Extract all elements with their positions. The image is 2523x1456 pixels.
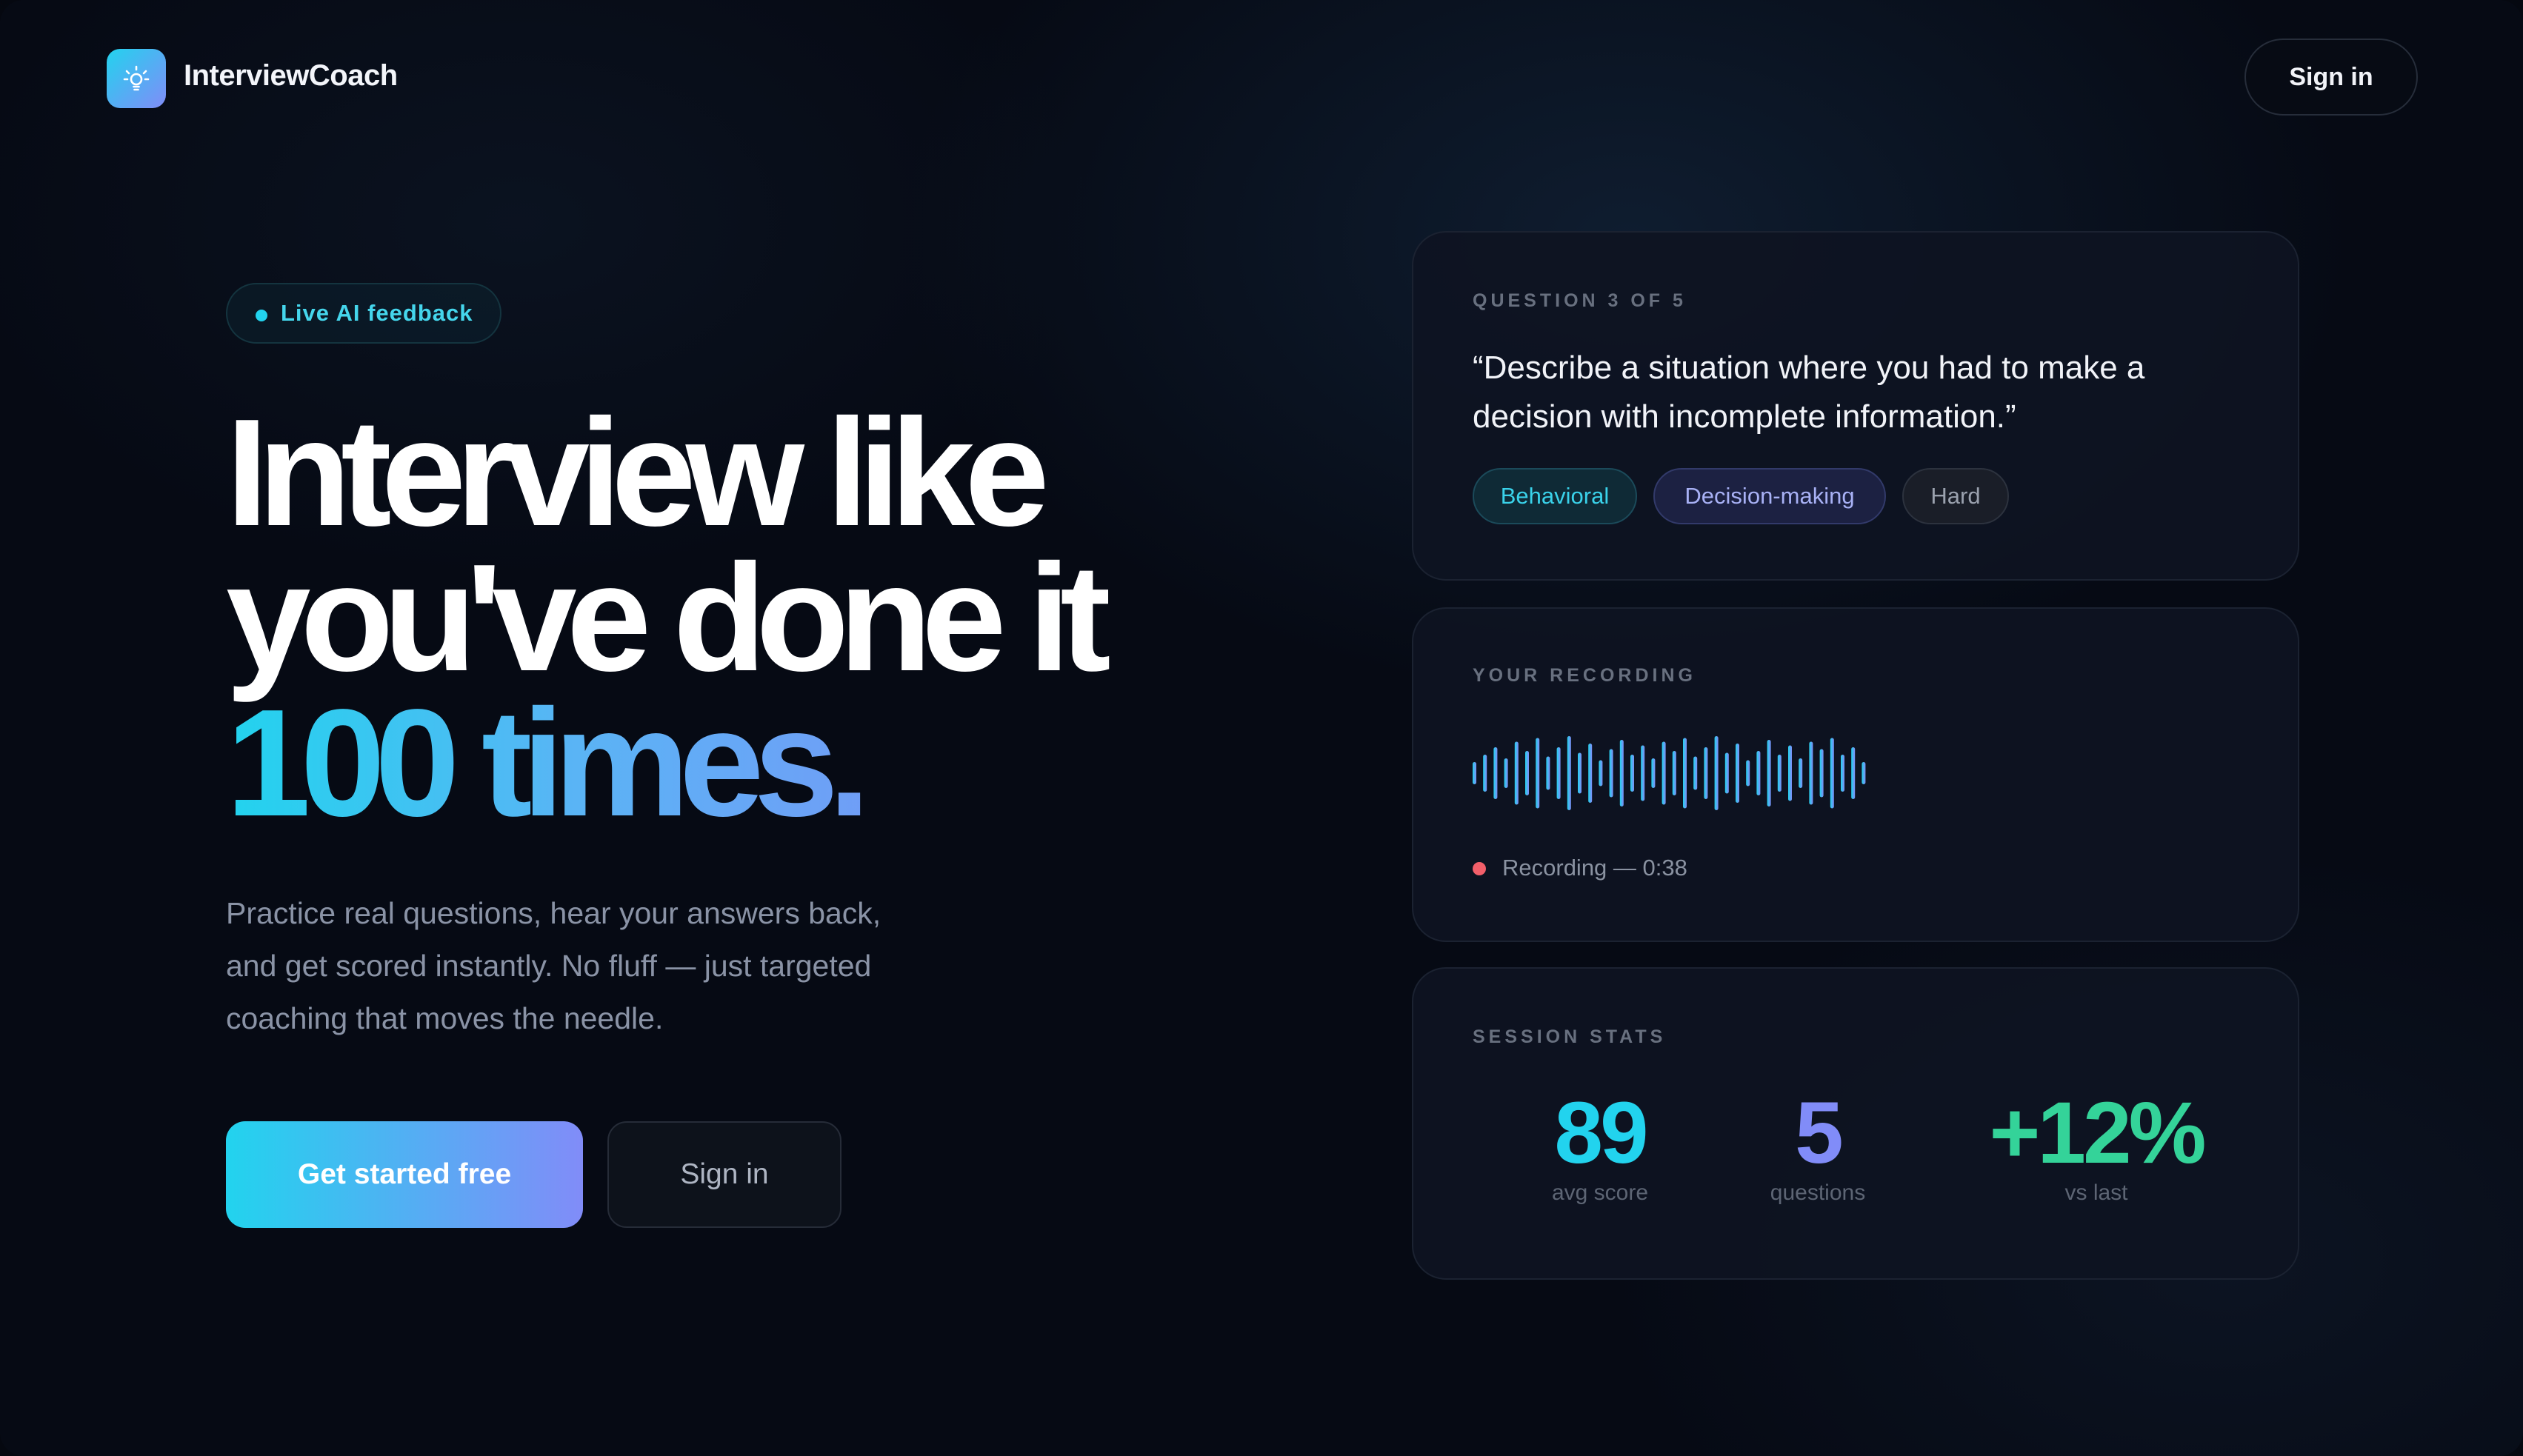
waveform-bar <box>1683 738 1687 809</box>
stat-vs-last: +12% vs last <box>1970 1087 2222 1206</box>
waveform-bar <box>1830 738 1834 809</box>
waveform-bar <box>1525 751 1529 795</box>
headline-line-2: you've done it <box>226 532 1111 703</box>
waveform-bar <box>1536 738 1540 809</box>
waveform-bar <box>1704 747 1708 799</box>
waveform-bar <box>1714 736 1719 810</box>
stat-label: avg score <box>1551 1181 1649 1205</box>
stat-questions: 5 questions <box>1707 1087 1929 1206</box>
session-stats-card: SESSION STATS 89 avg score 5 questions +… <box>1412 967 2299 1280</box>
waveform-bar <box>1756 751 1761 795</box>
badge-label: Live AI feedback <box>281 300 473 326</box>
status-dot-icon <box>256 310 267 321</box>
stat-value: 5 <box>1795 1084 1844 1182</box>
waveform-bar <box>1473 762 1476 784</box>
waveform-bar <box>1819 749 1824 798</box>
waveform-bar <box>1672 751 1676 795</box>
waveform-bar <box>1724 752 1729 794</box>
headline-line-3: 100 times. <box>226 687 1101 839</box>
waveform-bar <box>1588 744 1593 803</box>
waveform-bar <box>1578 752 1582 794</box>
stat-value: 89 <box>1554 1084 1648 1182</box>
waveform-bar <box>1641 745 1645 801</box>
waveform-bar <box>1514 741 1519 805</box>
waveform-bar <box>1777 755 1782 792</box>
waveform-bar <box>1567 736 1571 810</box>
lightbulb-icon <box>123 65 150 91</box>
waveform-bar <box>1693 756 1698 790</box>
waveform-bar <box>1599 760 1603 787</box>
question-progress-label: QUESTION 3 OF 5 <box>1473 290 1687 311</box>
recording-status: Recording — 0:38 <box>1502 855 1687 881</box>
waveform-bar <box>1619 740 1624 807</box>
tag-decision-making[interactable]: Decision-making <box>1653 468 1886 524</box>
question-text: “Describe a situation where you had to m… <box>1473 350 2145 435</box>
tag-difficulty-hard[interactable]: Hard <box>1902 468 2009 524</box>
waveform-bar <box>1651 758 1656 788</box>
waveform-icon <box>1473 736 1866 810</box>
headline-line-1: Interview like <box>226 387 1050 558</box>
waveform-bar <box>1851 747 1856 799</box>
page-frame: InterviewCoach Sign in Live AI feedback … <box>0 0 2523 1456</box>
live-feedback-badge: Live AI feedback <box>226 283 501 344</box>
waveform-bar <box>1746 760 1750 787</box>
waveform-bar <box>1483 755 1487 792</box>
stat-label: vs last <box>2064 1181 2128 1205</box>
waveform-bar <box>1662 741 1666 805</box>
logo[interactable] <box>107 49 166 108</box>
waveform-bar <box>1556 747 1561 799</box>
hero-subtext: Practice real questions, hear your answe… <box>226 896 881 1035</box>
waveform-bar <box>1841 755 1844 792</box>
waveform-bar <box>1862 762 1866 784</box>
header-sign-in-button[interactable]: Sign in <box>2244 39 2418 116</box>
waveform-bar <box>1609 749 1613 798</box>
waveform-bar <box>1493 747 1498 799</box>
recording-label: YOUR RECORDING <box>1473 665 1696 686</box>
hero-headline: Interview like you've done it 100 times. <box>226 387 1111 839</box>
recording-indicator-icon <box>1473 862 1486 875</box>
waveform-bar <box>1767 740 1771 807</box>
waveform-bar <box>1788 745 1792 801</box>
tag-behavioral[interactable]: Behavioral <box>1473 468 1637 524</box>
question-card: QUESTION 3 OF 5 “Describe a situation wh… <box>1412 231 2299 581</box>
waveform-bar <box>1546 756 1550 790</box>
waveform-bar <box>1504 758 1508 788</box>
brand-name[interactable]: InterviewCoach <box>184 59 398 93</box>
stat-value: +12% <box>1989 1084 2206 1182</box>
get-started-button[interactable]: Get started free <box>226 1121 583 1228</box>
waveform-bar <box>1630 755 1634 792</box>
waveform-bar <box>1799 758 1803 788</box>
session-stats-label: SESSION STATS <box>1473 1026 1667 1047</box>
stat-avg-score: 89 avg score <box>1489 1087 1711 1206</box>
recording-card: YOUR RECORDING Recording — 0:38 <box>1412 607 2299 942</box>
waveform-bar <box>1736 744 1739 803</box>
waveform-bar <box>1809 741 1813 805</box>
hero-sign-in-button[interactable]: Sign in <box>607 1121 841 1228</box>
stat-label: questions <box>1770 1181 1866 1205</box>
